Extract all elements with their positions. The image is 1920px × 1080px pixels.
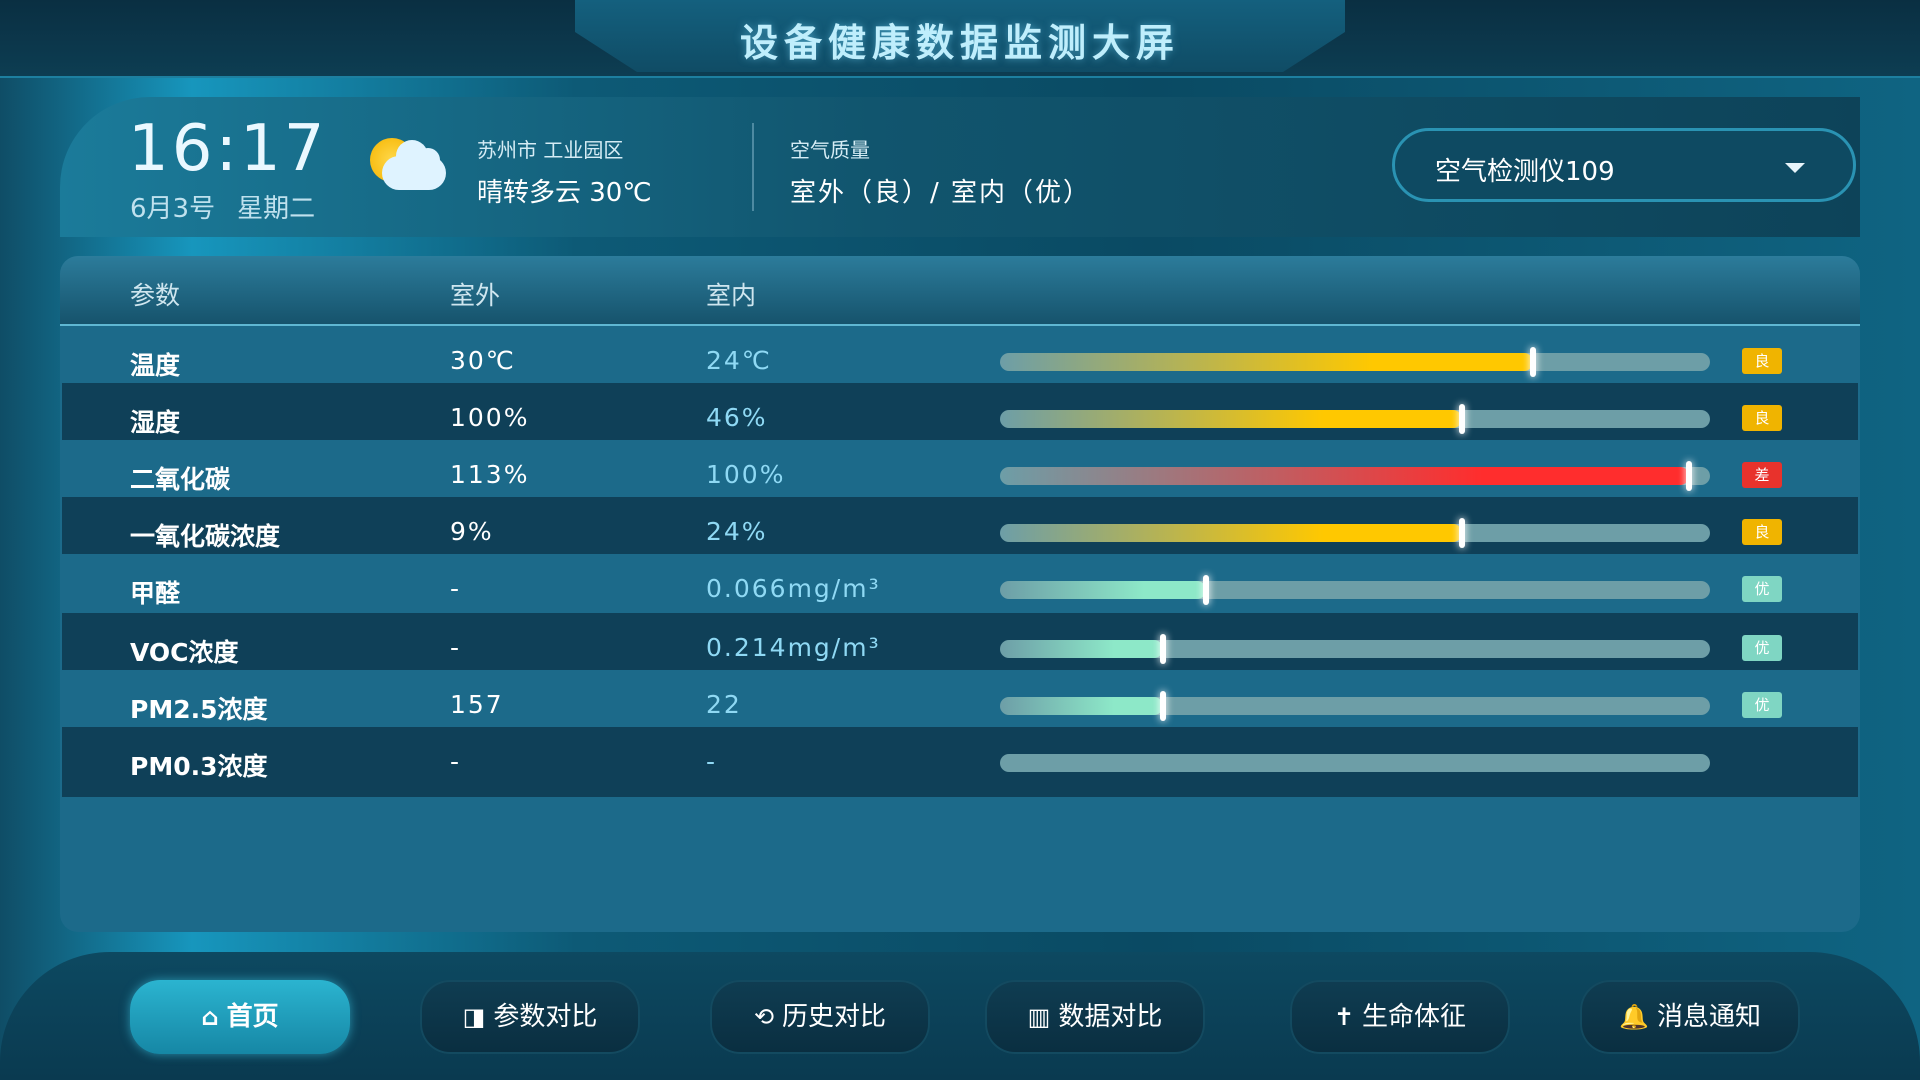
- level-bar: [1000, 691, 1710, 721]
- chevron-down-icon: [1785, 163, 1805, 173]
- table-header: 参数 室外 室内: [60, 256, 1860, 326]
- level-bar: [1000, 634, 1710, 664]
- cell-indoor: 46%: [706, 403, 768, 432]
- cell-param: PM2.5浓度: [130, 695, 268, 724]
- header-indoor: 室内: [706, 281, 757, 310]
- status-badge: 良: [1742, 348, 1782, 374]
- nav-button-label: 首页: [226, 1002, 279, 1032]
- status-badge: 差: [1742, 462, 1782, 488]
- air-quality-label: 空气质量: [790, 138, 870, 162]
- cell-indoor: 22: [706, 690, 742, 719]
- table-row: PM0.3浓度 - -: [62, 727, 1858, 797]
- weekday-text: 星期二: [237, 194, 316, 224]
- air-quality-value: 室外（良）/ 室内（优）: [790, 178, 1092, 208]
- person-icon: ✝: [1333, 1003, 1355, 1031]
- table-row: 甲醛 - 0.066mg/m³ 优: [62, 554, 1858, 613]
- home-icon: ⌂: [201, 1003, 219, 1031]
- level-bar-knob: [1685, 461, 1692, 491]
- cell-param: 甲醛: [130, 579, 181, 608]
- nav-button-2[interactable]: ⟲ 历史对比: [710, 980, 930, 1054]
- location-text: 苏州市 工业园区: [477, 138, 624, 162]
- data-table: 参数 室外 室内 温度 30℃ 24℃ 良湿度 100% 46% 良二氧化碳 113% 100%…: [60, 256, 1860, 932]
- cell-outdoor: -: [450, 747, 462, 776]
- nav-button-label: 消息通知: [1656, 1002, 1761, 1032]
- page-title: 设备健康数据监测大屏: [739, 21, 1180, 65]
- cell-param: 二氧化碳: [130, 465, 231, 494]
- level-bar-fill: [1000, 581, 1206, 599]
- date-text: 6月3号: [130, 194, 216, 224]
- nav-button-5[interactable]: 🔔 消息通知: [1580, 980, 1800, 1054]
- nav-button-label: 生命体征: [1362, 1002, 1467, 1032]
- level-bar-knob: [1202, 575, 1209, 605]
- bell-icon: 🔔: [1619, 1003, 1649, 1031]
- cell-outdoor: 113%: [450, 460, 530, 489]
- status-badge: 优: [1742, 692, 1782, 718]
- header-param: 参数: [130, 281, 181, 310]
- level-bar-knob: [1458, 404, 1465, 434]
- cell-indoor: 24%: [706, 517, 768, 546]
- level-bar-fill: [1000, 697, 1164, 715]
- status-badge: 良: [1742, 405, 1782, 431]
- nav-button-1[interactable]: ◨ 参数对比: [420, 980, 640, 1054]
- cell-outdoor: 100%: [450, 403, 530, 432]
- level-bar-fill: [1000, 467, 1689, 485]
- level-bar-fill: [1000, 410, 1462, 428]
- nav-button-3[interactable]: ▥ 数据对比: [985, 980, 1205, 1054]
- nav-button-label: 历史对比: [782, 1002, 887, 1032]
- level-bar-knob: [1529, 347, 1536, 377]
- divider: [752, 123, 754, 211]
- level-bar: [1000, 575, 1710, 605]
- cloud-shape: [382, 140, 446, 190]
- cell-indoor: 24℃: [706, 346, 772, 375]
- cell-param: VOC浓度: [130, 638, 239, 667]
- bar-chart-icon: ▥: [1027, 1003, 1051, 1031]
- cell-indoor: 100%: [706, 460, 786, 489]
- nav-button-4[interactable]: ✝ 生命体征: [1290, 980, 1510, 1054]
- cell-outdoor: -: [450, 574, 462, 603]
- level-bar: [1000, 404, 1710, 434]
- cell-param: 一氧化碳浓度: [130, 522, 281, 551]
- nav-button-0[interactable]: ⌂ 首页: [130, 980, 350, 1054]
- status-badge: 良: [1742, 519, 1782, 545]
- partly-cloudy-icon: [368, 134, 448, 200]
- status-badge: 优: [1742, 576, 1782, 602]
- level-bar-knob: [1458, 518, 1465, 548]
- device-select[interactable]: 空气检测仪109: [1392, 128, 1856, 202]
- cell-outdoor: 9%: [450, 517, 494, 546]
- status-badge: 优: [1742, 635, 1782, 661]
- cell-param: 湿度: [130, 408, 181, 437]
- nav-button-label: 数据对比: [1058, 1002, 1163, 1032]
- compare-icon: ◨: [462, 1003, 486, 1031]
- level-bar-fill: [1000, 640, 1164, 658]
- cell-param: PM0.3浓度: [130, 752, 268, 781]
- level-bar-knob: [1160, 691, 1167, 721]
- cell-param: 温度: [130, 351, 181, 380]
- device-select-value: 空气检测仪109: [1435, 157, 1615, 187]
- level-bar-fill: [1000, 524, 1462, 542]
- level-bar-fill: [1000, 353, 1533, 371]
- level-bar: [1000, 461, 1710, 491]
- level-bar-knob: [1160, 634, 1167, 664]
- cell-outdoor: 30℃: [450, 346, 516, 375]
- cell-indoor: 0.066mg/m³: [706, 574, 881, 603]
- weather-text: 晴转多云 30℃: [477, 178, 652, 208]
- cell-outdoor: -: [450, 633, 462, 662]
- table-row: VOC浓度 - 0.214mg/m³ 优: [62, 613, 1858, 672]
- nav-button-label: 参数对比: [493, 1002, 598, 1032]
- level-bar: [1000, 347, 1710, 377]
- clock-time: 16:17: [128, 112, 328, 186]
- header-outdoor: 室外: [450, 281, 501, 310]
- level-bar: [1000, 518, 1710, 548]
- cell-indoor: 0.214mg/m³: [706, 633, 881, 662]
- cell-indoor: -: [706, 747, 718, 776]
- cell-outdoor: 157: [450, 690, 504, 719]
- date-display: 6月3号 星期二: [130, 188, 337, 225]
- level-bar: [1000, 754, 1710, 772]
- history-icon: ⟲: [753, 1003, 775, 1031]
